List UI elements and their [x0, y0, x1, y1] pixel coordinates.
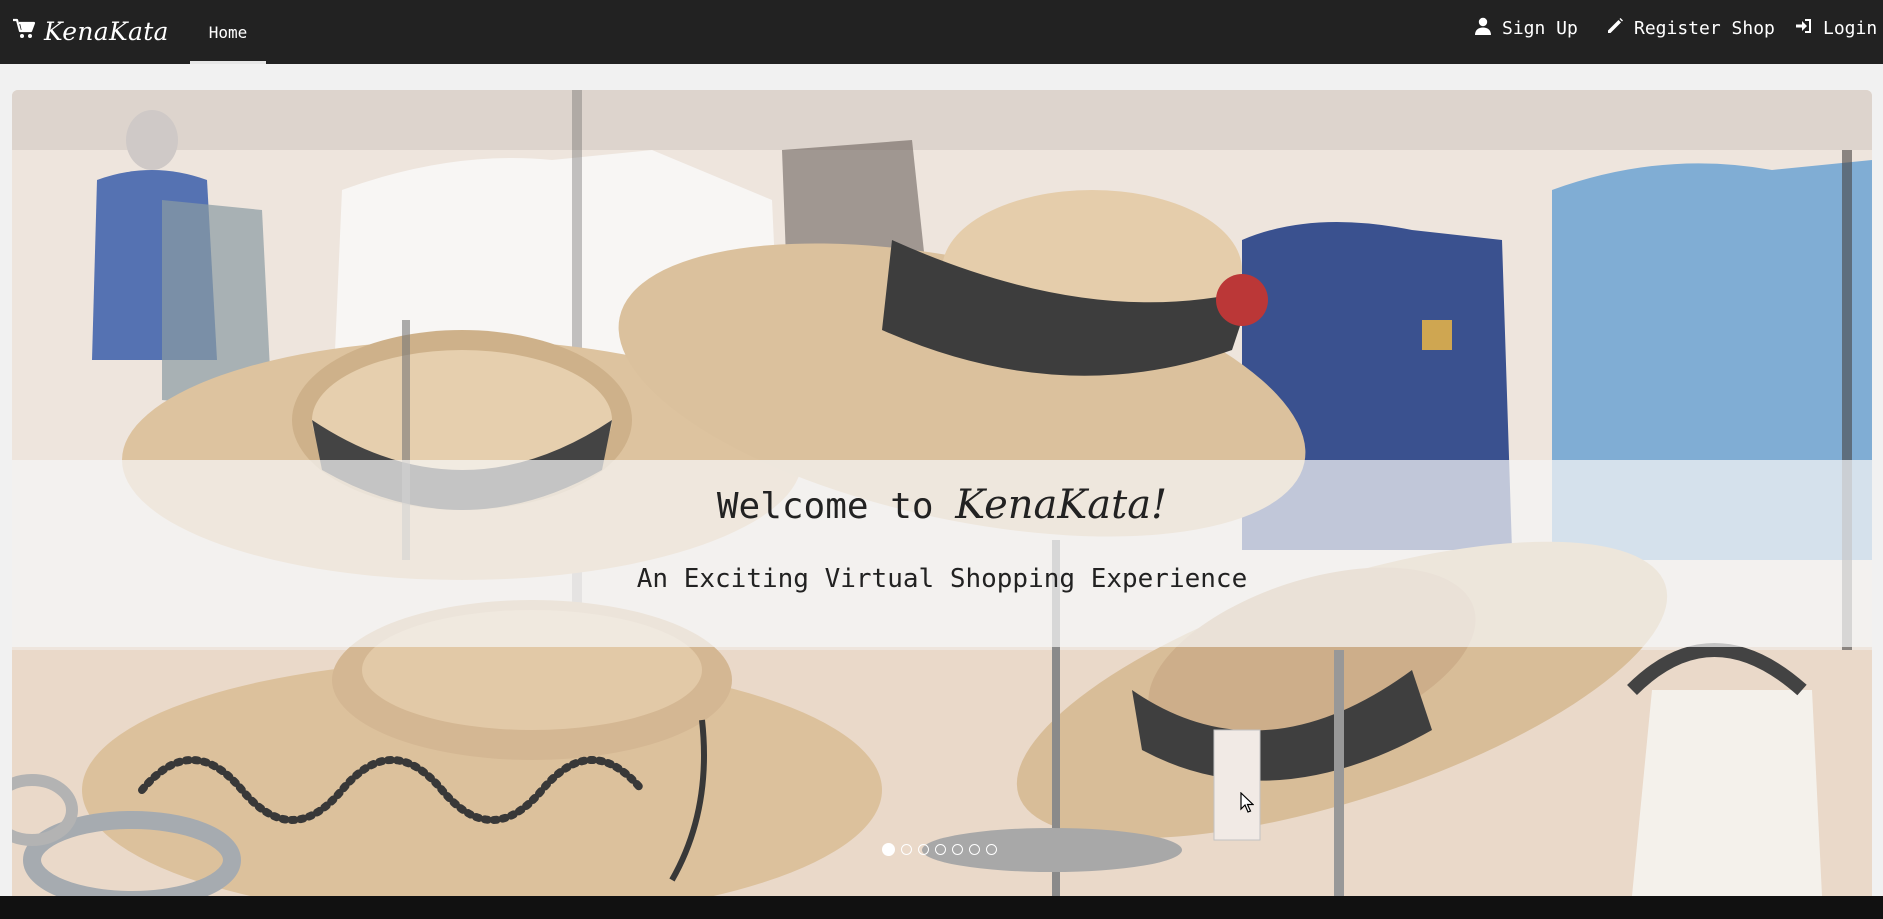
carousel-indicator[interactable] [969, 844, 980, 855]
signup-label: Sign Up [1502, 17, 1578, 39]
brand-name: KenaKata [44, 16, 169, 46]
register-shop-label: Register Shop [1634, 17, 1775, 39]
carousel-indicator[interactable] [918, 844, 929, 855]
carousel-indicator[interactable] [986, 844, 997, 855]
bottom-bar [0, 896, 1883, 919]
nav-home-link[interactable]: Home [190, 0, 266, 64]
hero-title-brand: KenaKata! [955, 482, 1168, 528]
brand-link[interactable]: KenaKata [12, 14, 169, 48]
register-shop-link[interactable]: Register Shop [1606, 0, 1775, 56]
hero-title: Welcome to KenaKata! [12, 482, 1872, 528]
pencil-icon [1606, 17, 1624, 40]
login-icon [1795, 17, 1813, 40]
hero-subtitle: An Exciting Virtual Shopping Experience [636, 564, 1248, 594]
carousel-indicators [882, 843, 997, 856]
user-icon [1474, 17, 1492, 40]
carousel-indicator[interactable] [882, 843, 895, 856]
hero-caption: Welcome to KenaKata! An Exciting Virtual… [12, 460, 1872, 647]
carousel-indicator[interactable] [952, 844, 963, 855]
login-link[interactable]: Login [1795, 0, 1877, 56]
cart-icon [12, 18, 36, 44]
mouse-cursor-icon [1240, 792, 1254, 813]
carousel-indicator[interactable] [901, 844, 912, 855]
signup-link[interactable]: Sign Up [1474, 0, 1578, 56]
hero-carousel[interactable]: Welcome to KenaKata! An Exciting Virtual… [12, 90, 1872, 896]
carousel-indicator[interactable] [935, 844, 946, 855]
login-label: Login [1823, 17, 1878, 39]
hero-title-prefix: Welcome to [716, 486, 934, 527]
top-navbar: KenaKata Home Sign Up Register Shop Logi… [0, 0, 1883, 64]
